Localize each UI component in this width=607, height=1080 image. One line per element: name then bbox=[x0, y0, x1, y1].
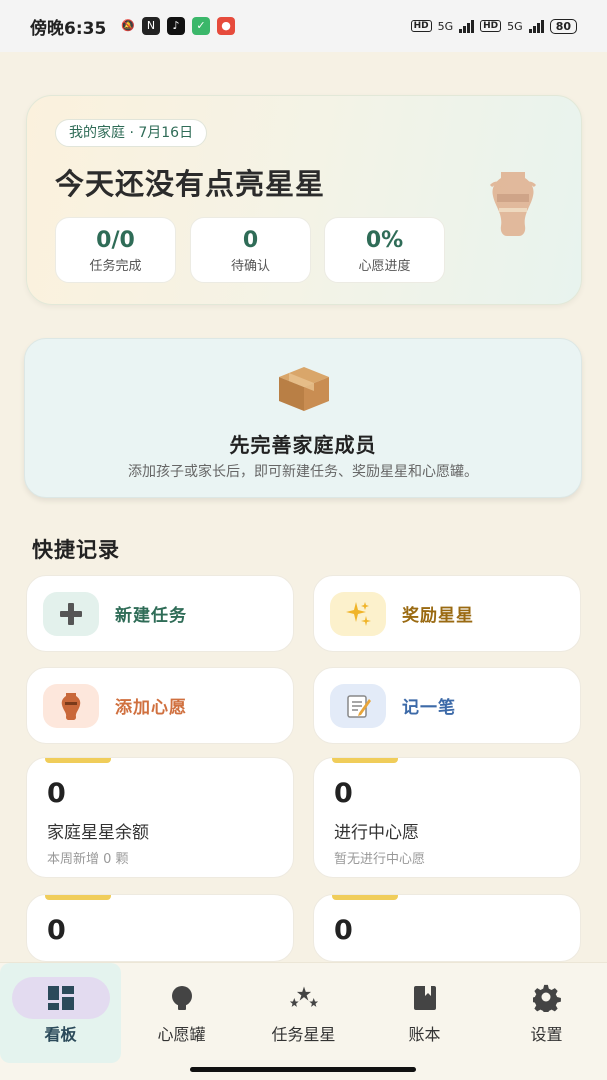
stat-task-completion[interactable]: 0/0 任务完成 bbox=[55, 217, 176, 283]
record-entry-button[interactable]: 记一笔 bbox=[313, 667, 581, 744]
quick-action-label: 奖励星星 bbox=[402, 606, 474, 626]
gear-icon bbox=[532, 983, 562, 1013]
hd-icon-2: HD bbox=[480, 20, 502, 32]
summary-sub: 暂无进行中心愿 bbox=[334, 852, 426, 867]
summary-name: 进行中心愿 bbox=[334, 823, 419, 843]
summary-value: 0 bbox=[47, 778, 66, 809]
nav-label: 账本 bbox=[408, 1025, 441, 1044]
add-wish-button[interactable]: 添加心愿 bbox=[26, 667, 294, 744]
plus-icon bbox=[43, 591, 99, 636]
status-indicators: HD 5G HD 5G 80 bbox=[410, 18, 577, 34]
family-date-badge[interactable]: 我的家庭 · 7月16日 bbox=[55, 119, 208, 147]
status-time: 傍晚6:35 bbox=[30, 18, 107, 39]
summary-value: 0 bbox=[47, 915, 66, 946]
app-notification-icon: ● bbox=[217, 17, 235, 35]
nav-label: 看板 bbox=[44, 1025, 77, 1044]
signal-icon-2 bbox=[528, 19, 544, 33]
home-indicator[interactable] bbox=[190, 1067, 416, 1072]
vase-icon bbox=[43, 683, 99, 728]
hd-icon: HD bbox=[410, 20, 432, 32]
nav-item-wish-jar[interactable]: 心愿罐 bbox=[121, 963, 242, 1063]
bottom-nav: 看板 心愿罐 任务星星 账本 设置 bbox=[0, 962, 607, 1080]
quick-action-label: 新建任务 bbox=[115, 606, 187, 626]
stat-label: 待确认 bbox=[230, 259, 270, 274]
stat-label: 心愿进度 bbox=[358, 259, 411, 274]
onboarding-title: 先完善家庭成员 bbox=[229, 433, 377, 457]
memo-icon bbox=[330, 683, 386, 728]
stars-icon bbox=[289, 983, 319, 1013]
summary-value: 0 bbox=[334, 778, 353, 809]
card-accent bbox=[45, 758, 111, 763]
nav-item-task-stars[interactable]: 任务星星 bbox=[243, 963, 364, 1063]
summary-value: 0 bbox=[334, 915, 353, 946]
reward-stars-button[interactable]: 奖励星星 bbox=[313, 575, 581, 652]
stat-wish-progress[interactable]: 0% 心愿进度 bbox=[324, 217, 445, 283]
network-label-2: 5G bbox=[507, 19, 523, 33]
card-accent bbox=[332, 758, 398, 763]
family-stars-balance-card[interactable]: 0 家庭星星余额 本周新增 0 颗 bbox=[26, 757, 294, 878]
summary-card-4[interactable]: 0 bbox=[313, 894, 581, 962]
quick-action-label: 记一笔 bbox=[402, 698, 456, 718]
add-family-member-card[interactable]: 先完善家庭成员 添加孩子或家长后，即可新建任务、奖励星星和心愿罐。 bbox=[24, 338, 582, 498]
stat-value: 0 bbox=[242, 228, 259, 253]
nav-label: 心愿罐 bbox=[157, 1025, 206, 1044]
nav-label: 设置 bbox=[530, 1025, 563, 1044]
nav-label: 任务星星 bbox=[271, 1025, 336, 1044]
wechat-icon: ✓ bbox=[192, 17, 210, 35]
nav-item-dashboard[interactable]: 看板 bbox=[0, 963, 121, 1063]
active-wishes-card[interactable]: 0 进行中心愿 暂无进行中心愿 bbox=[313, 757, 581, 878]
stat-pending-confirm[interactable]: 0 待确认 bbox=[190, 217, 311, 283]
signal-icon bbox=[459, 19, 475, 33]
dashboard-icon bbox=[46, 983, 76, 1013]
nav-item-ledger[interactable]: 账本 bbox=[364, 963, 485, 1063]
stat-value: 0% bbox=[365, 228, 404, 253]
battery-icon: 80 bbox=[549, 18, 577, 34]
vase-icon bbox=[489, 172, 537, 236]
wish-jar-icon bbox=[167, 983, 197, 1013]
ledger-icon bbox=[410, 983, 440, 1013]
summary-sub: 本周新增 0 颗 bbox=[47, 852, 129, 867]
summary-card-3[interactable]: 0 bbox=[26, 894, 294, 962]
tiktok-icon: ♪ bbox=[167, 17, 185, 35]
nfc-icon: N bbox=[142, 17, 160, 35]
status-bar: 傍晚6:35 🔕 N ♪ ✓ ● HD 5G HD 5G 80 bbox=[0, 0, 607, 52]
onboarding-description: 添加孩子或家长后，即可新建任务、奖励星星和心愿罐。 bbox=[128, 464, 478, 480]
quick-action-label: 添加心愿 bbox=[115, 698, 187, 718]
family-summary-card: 我的家庭 · 7月16日 今天还没有点亮星星 0/0 任务完成 0 待确认 0%… bbox=[26, 95, 582, 305]
quick-records-title: 快捷记录 bbox=[32, 538, 120, 562]
card-accent bbox=[45, 895, 111, 900]
card-accent bbox=[332, 895, 398, 900]
sparkles-icon bbox=[330, 591, 386, 636]
mute-icon: 🔕 bbox=[121, 19, 135, 32]
network-label: 5G bbox=[437, 19, 454, 33]
package-icon bbox=[279, 367, 329, 411]
hero-title: 今天还没有点亮星星 bbox=[55, 167, 326, 201]
stat-label: 任务完成 bbox=[89, 259, 142, 274]
new-task-button[interactable]: 新建任务 bbox=[26, 575, 294, 652]
nav-item-settings[interactable]: 设置 bbox=[486, 963, 607, 1063]
summary-name: 家庭星星余额 bbox=[47, 823, 149, 843]
stat-value: 0/0 bbox=[96, 228, 135, 253]
